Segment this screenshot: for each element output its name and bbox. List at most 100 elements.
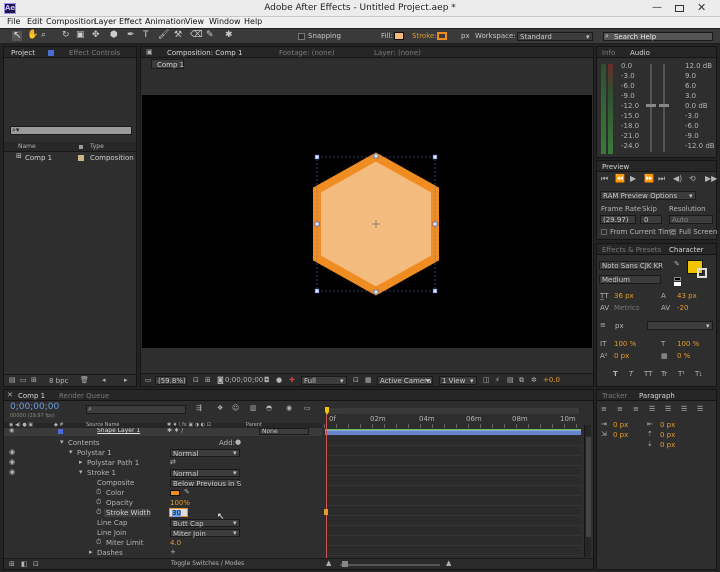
tab-paragraph[interactable]: Paragraph [639, 393, 675, 400]
horizontal-scale-value[interactable]: 100 % [677, 341, 699, 348]
stroke-color-swatch[interactable] [697, 268, 707, 278]
expand-triangle-icon[interactable]: ▾ [60, 439, 64, 446]
tab-render-queue[interactable]: Render Queue [59, 393, 109, 400]
line-join-row[interactable]: Line Join Miter Join ▾ [4, 528, 322, 538]
next-frame-icon[interactable]: ⏩ [644, 175, 654, 183]
line-join-dropdown[interactable]: Miter Join ▾ [170, 529, 240, 538]
layer-name[interactable]: Shape Layer 1 [97, 428, 140, 434]
space-after-value[interactable]: 0 px [660, 442, 675, 449]
type-tool-icon[interactable]: T [143, 31, 149, 40]
reset-exposure-icon[interactable]: ✲ [531, 377, 537, 384]
stroke-color-swatch[interactable] [170, 490, 180, 496]
eyedropper-icon[interactable]: ✎ [184, 489, 190, 496]
volume-slider-left[interactable] [646, 64, 656, 152]
stopwatch-icon[interactable]: ⏱ [96, 499, 101, 506]
camera-snapshot-icon[interactable]: ◙ [217, 377, 224, 384]
menu-effect[interactable]: Effect [119, 18, 142, 26]
stroke-row[interactable]: ◉ ▾ Stroke 1 Normal ▾ [4, 468, 322, 478]
expand-triangle-icon[interactable]: ▾ [79, 469, 83, 476]
expand-triangle-icon[interactable]: ▸ [79, 459, 83, 466]
timeline-scrollbar[interactable] [584, 425, 591, 557]
zoom-tool-icon[interactable]: ⌕ [41, 31, 46, 40]
last-frame-icon[interactable]: ⏭ [658, 175, 665, 183]
tab-effect-controls[interactable]: Effect Controls [69, 50, 120, 57]
menu-view[interactable]: View [185, 18, 204, 26]
selection-tool-icon[interactable]: ↖ [12, 31, 23, 41]
stroke-color-swatch[interactable] [437, 32, 447, 40]
baseline-shift-value[interactable]: 0 px [614, 353, 629, 360]
add-icon[interactable]: ● [235, 439, 241, 446]
mini-flowchart-icon[interactable]: ⇶ [196, 405, 202, 412]
opacity-row[interactable]: ⏱ Opacity 100% [4, 498, 322, 508]
column-name[interactable]: Name [18, 144, 36, 150]
indent-right-value[interactable]: 0 px [660, 422, 675, 429]
expand-modes-icon[interactable]: ◧ [21, 561, 28, 568]
comp-chip[interactable]: Comp 1 [151, 59, 184, 69]
show-snapshot-icon[interactable]: ● [276, 377, 282, 384]
tab-tracker[interactable]: Tracker [602, 393, 627, 400]
zoom-out-icon[interactable]: ▲ [326, 560, 331, 567]
draft-3d-icon[interactable]: ❖ [217, 405, 223, 412]
menu-file[interactable]: File [7, 18, 20, 26]
white-swatch[interactable] [674, 282, 681, 286]
scrollbar-thumb[interactable] [586, 437, 591, 537]
composite-dropdown[interactable]: Below Previous in S [170, 479, 241, 488]
font-size-value[interactable]: 36 px [614, 293, 634, 300]
line-cap-row[interactable]: Line Cap Butt Cap ▾ [4, 518, 322, 528]
miter-limit-value[interactable]: 4.0 [170, 540, 181, 547]
align-center-icon[interactable]: ≡ [617, 406, 623, 413]
justify-center-icon[interactable]: ☰ [665, 406, 671, 413]
expand-switches-icon[interactable]: ⊞ [9, 561, 15, 568]
ram-preview-icon[interactable]: ▶▶ [705, 175, 717, 183]
vertical-scale-value[interactable]: 100 % [614, 341, 636, 348]
parent-dropdown[interactable]: None [259, 428, 309, 435]
space-before-value[interactable]: 0 px [660, 432, 675, 439]
visibility-icon[interactable]: ◉ [9, 428, 14, 434]
timeline-search-input[interactable]: ⌕ [86, 405, 186, 414]
tab-comp-1[interactable]: Comp 1 [18, 393, 45, 400]
snapshot-icon[interactable]: ◘ [264, 377, 270, 384]
slider-handle[interactable] [646, 104, 656, 107]
minimize-button[interactable]: — [652, 3, 662, 13]
new-comp-icon[interactable]: ⊞ [31, 377, 37, 384]
align-right-icon[interactable]: ≡ [633, 406, 639, 413]
stopwatch-icon[interactable]: ⏱ [96, 489, 101, 496]
project-search-input[interactable]: ⌕▾ [10, 126, 132, 135]
opacity-value[interactable]: 100% [170, 500, 190, 507]
play-icon[interactable]: ▶ [630, 175, 636, 183]
tab-effects-presets[interactable]: Effects & Presets [602, 247, 661, 254]
trash-icon[interactable]: 🗑 [80, 377, 89, 384]
expand-duration-icon[interactable]: ⊡ [33, 561, 39, 568]
kerning-value[interactable]: Metrics [614, 305, 639, 312]
font-style-dropdown[interactable]: Medium [599, 275, 661, 284]
menu-help[interactable]: Help [244, 18, 262, 26]
graph-editor-icon[interactable]: ▭ [304, 405, 311, 412]
zoom-slider[interactable] [340, 564, 440, 566]
justify-all-icon[interactable]: ☰ [697, 406, 703, 413]
indent-left-value[interactable]: 0 px [613, 422, 628, 429]
small-caps-button[interactable]: Tr [661, 371, 667, 378]
tab-footage[interactable]: Footage: (none) [279, 50, 335, 57]
camera-dropdown[interactable]: Active Camera ▾ [377, 376, 433, 385]
close-button[interactable]: ✕ [697, 2, 706, 13]
polystar-row[interactable]: ◉ ▾ Polystar 1 Normal ▾ [4, 448, 322, 458]
full-screen-checkbox[interactable] [670, 229, 676, 235]
zoom-slider-handle[interactable] [342, 561, 348, 567]
exposure-value[interactable]: +0.0 [543, 377, 560, 384]
project-bpc[interactable]: 8 bpc [49, 378, 68, 385]
justify-left-icon[interactable]: ☰ [649, 406, 655, 413]
safe-zones-icon[interactable]: ⊡ [193, 377, 199, 384]
stroke-width-input[interactable]: 30 [169, 508, 188, 517]
faux-bold-button[interactable]: T [613, 371, 618, 378]
miter-limit-row[interactable]: ⏱ Miter Limit 4.0 [4, 538, 322, 548]
time-ruler[interactable]: 0f 02m 04m 06m 08m 10m [324, 407, 581, 429]
expand-triangle-icon[interactable]: ▸ [89, 549, 93, 556]
tsume-value[interactable]: 0 % [677, 353, 690, 360]
visibility-icon[interactable]: ◉ [9, 459, 15, 466]
slider-handle[interactable] [659, 104, 669, 107]
fill-color-swatch[interactable] [394, 32, 404, 40]
indent-first-value[interactable]: 0 px [613, 432, 628, 439]
work-area-bar[interactable] [326, 408, 579, 414]
close-tab-icon[interactable]: ✕ [7, 392, 13, 399]
snapping-checkbox[interactable] [298, 33, 305, 40]
